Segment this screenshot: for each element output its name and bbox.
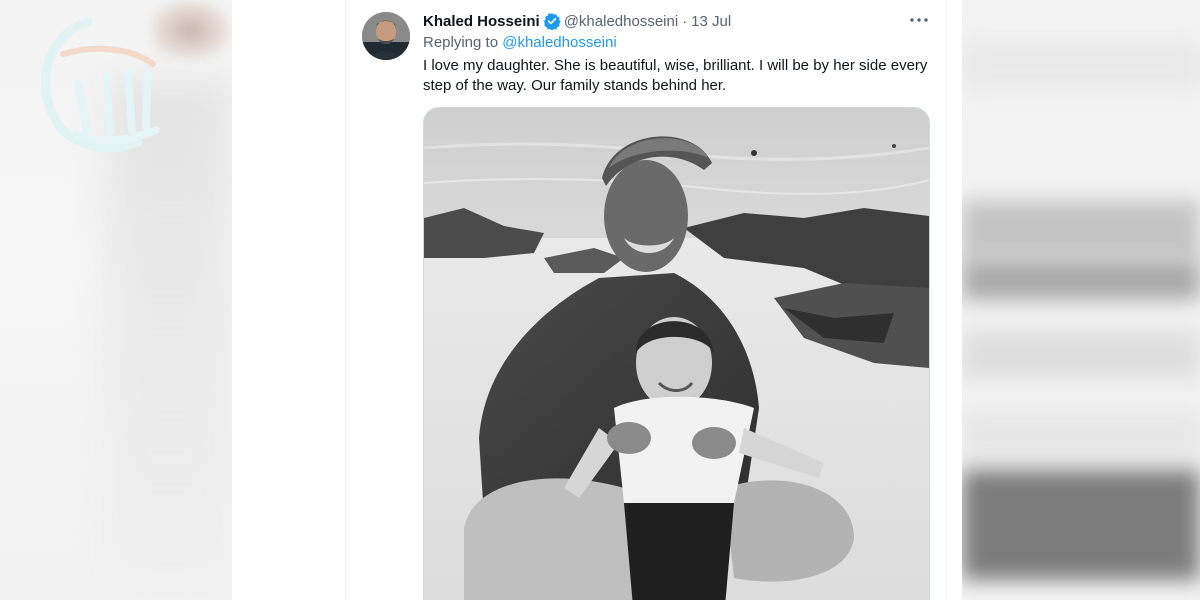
right-blurred-panel [962,0,1200,600]
author-avatar[interactable] [362,12,410,60]
tweet-text: I love my daughter. She is beautiful, wi… [423,57,928,94]
verified-badge-icon [543,12,561,31]
tweet-header: Khaled Hosseini @khaledhosseini · 13 Jul [423,11,731,31]
screenshot-stage: Khaled Hosseini @khaledhosseini · 13 Jul… [0,0,1200,600]
tweet-date[interactable]: 13 Jul [691,13,731,30]
more-options-icon[interactable] [906,10,932,30]
separator-dot: · [682,12,688,30]
replying-to-mention[interactable]: @khaledhosseini [502,34,616,51]
replying-to-label: Replying to [423,34,499,51]
site-watermark-logo [40,17,160,153]
left-blurred-panel [0,0,232,600]
author-name[interactable]: Khaled Hosseini [423,13,540,30]
beach-photo-father-daughter [424,108,929,600]
tweet-photo[interactable] [423,107,930,600]
avatar-image [362,12,410,60]
tweet-card[interactable]: Khaled Hosseini @khaledhosseini · 13 Jul… [345,0,947,600]
replying-to-line: Replying to @khaledhosseini [423,34,617,51]
author-handle[interactable]: @khaledhosseini [564,13,678,30]
